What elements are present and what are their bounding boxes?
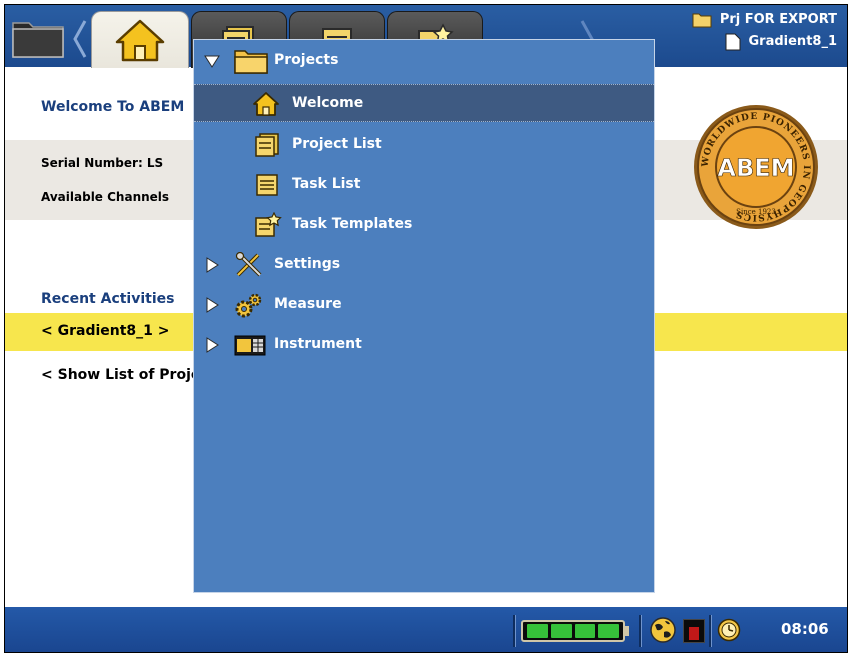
record-indicator [683, 619, 705, 643]
project-list-icon [255, 133, 279, 157]
menu-item-projects[interactable]: Projects [194, 42, 654, 80]
collapsed-triangle-icon[interactable] [204, 297, 220, 313]
home-icon [115, 19, 165, 62]
recent-activities-title: Recent Activities [41, 291, 175, 307]
task-name: Gradient8_1 [748, 34, 838, 49]
clock-icon[interactable] [717, 618, 741, 642]
root-folder-icon[interactable] [11, 15, 67, 59]
task-templates-icon [255, 212, 282, 237]
abem-logo: WORLDWIDE PIONEERS IN GEOPHYSICS ABEM Si… [694, 105, 818, 229]
current-project-info[interactable]: Prj FOR EXPORT Gradient8_1 [692, 9, 837, 53]
navigation-menu: Projects Welcome Project List Task List … [193, 39, 655, 593]
document-icon [725, 33, 740, 51]
battery-indicator [521, 620, 625, 642]
menu-item-settings[interactable]: Settings [194, 246, 654, 284]
expanded-triangle-icon[interactable] [204, 53, 220, 69]
folder-icon [234, 50, 268, 74]
status-separator [709, 615, 712, 647]
serial-number-label: Serial Number: LS [41, 156, 164, 170]
instrument-icon [234, 335, 266, 356]
menu-item-label: Instrument [274, 336, 362, 352]
welcome-title: Welcome To ABEM [41, 99, 185, 115]
logo-since-text: Since 1923 [736, 208, 776, 216]
menu-item-label: Measure [274, 296, 342, 312]
menu-item-label: Task List [292, 176, 361, 192]
menu-item-label: Task Templates [292, 216, 413, 232]
menu-item-instrument[interactable]: Instrument [194, 326, 654, 364]
menu-item-welcome[interactable]: Welcome [194, 84, 654, 122]
menu-item-task-list[interactable]: Task List [194, 166, 654, 204]
battery-cell [550, 624, 572, 638]
tools-icon [235, 252, 262, 277]
menu-item-label: Project List [292, 136, 382, 152]
task-list-icon [256, 174, 278, 196]
menu-item-task-templates[interactable]: Task Templates [194, 206, 654, 244]
globe-icon[interactable] [649, 616, 677, 644]
menu-item-label: Projects [274, 52, 339, 68]
collapsed-triangle-icon[interactable] [204, 257, 220, 273]
menu-item-project-list[interactable]: Project List [194, 126, 654, 164]
menu-item-measure[interactable]: Measure [194, 286, 654, 324]
collapsed-triangle-icon[interactable] [204, 337, 220, 353]
tab-left-arrow-icon[interactable] [73, 19, 87, 59]
menu-item-label: Welcome [292, 95, 364, 111]
battery-cell [527, 624, 548, 638]
app-window: Prj FOR EXPORT Gradient8_1 Welcome To AB… [4, 4, 848, 653]
recent-activity-label: < Gradient8_1 > [41, 323, 170, 339]
logo-text: ABEM [717, 154, 794, 182]
battery-cell [574, 624, 596, 638]
battery-cell [598, 624, 619, 638]
project-name: Prj FOR EXPORT [719, 12, 837, 27]
status-bar: 08:06 [5, 607, 847, 652]
status-separator [513, 615, 516, 647]
tab-welcome[interactable] [91, 11, 189, 68]
available-channels-label: Available Channels [41, 190, 170, 204]
folder-icon [692, 13, 712, 28]
menu-item-label: Settings [274, 256, 341, 272]
battery-tip [624, 626, 629, 636]
record-led [689, 627, 699, 640]
home-icon [253, 92, 279, 116]
status-separator [639, 615, 642, 647]
clock-time: 08:06 [781, 620, 829, 638]
gears-icon [235, 293, 262, 318]
